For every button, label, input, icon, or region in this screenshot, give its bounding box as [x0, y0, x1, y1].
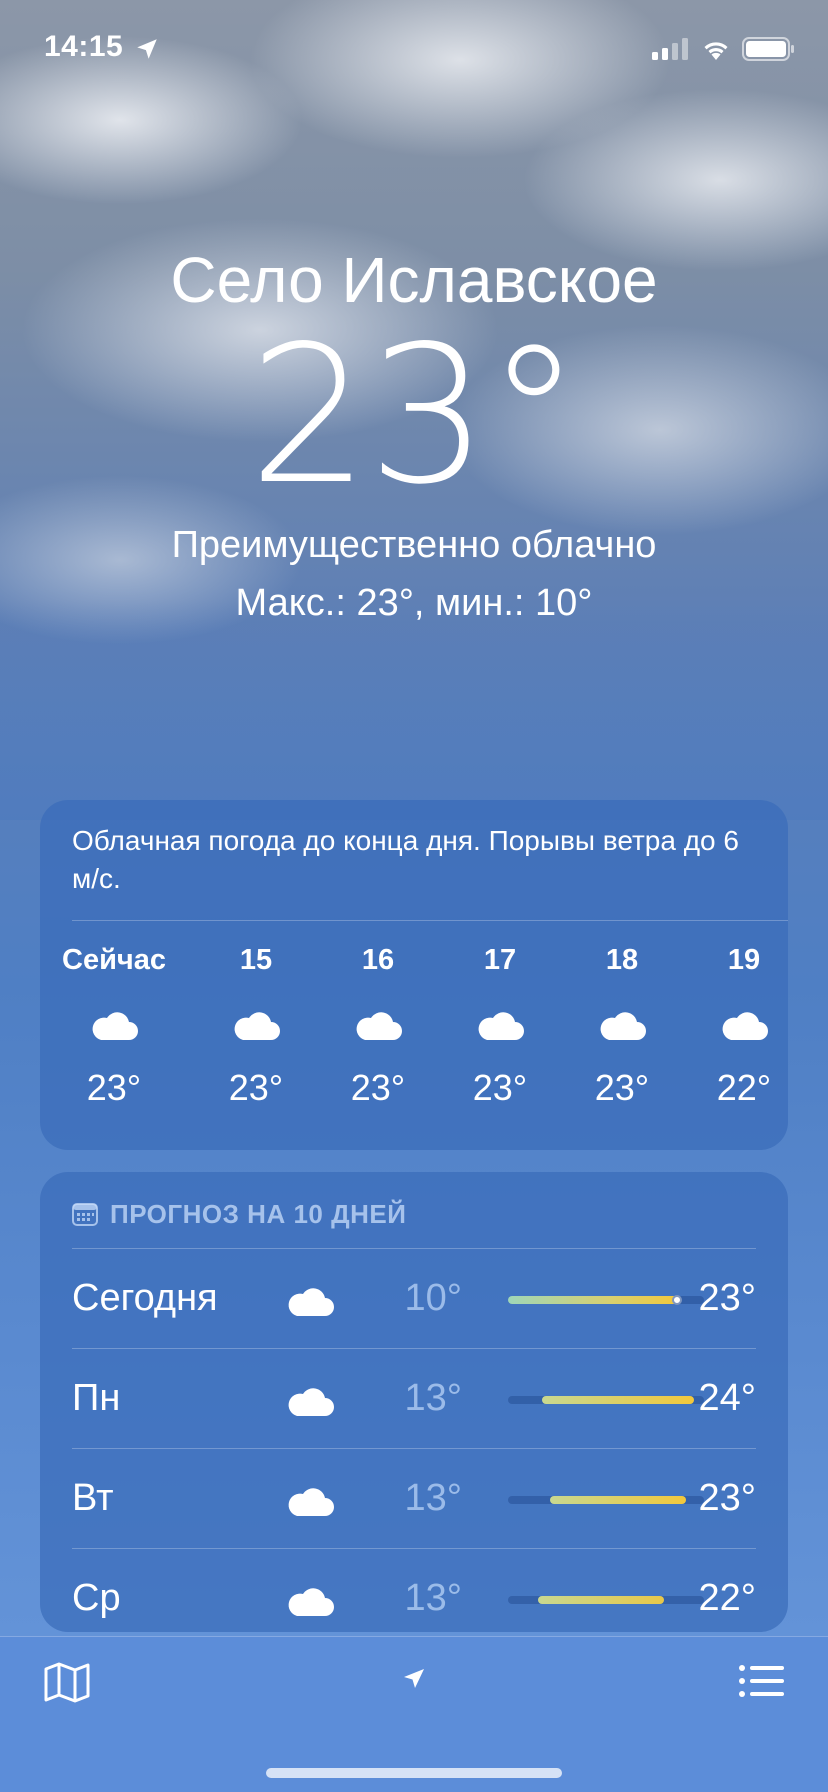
daily-row[interactable]: Ср 13° 22° — [72, 1548, 756, 1632]
wifi-icon — [704, 42, 728, 60]
status-time: 14:15 — [44, 30, 124, 63]
hourly-item: 17 23° — [440, 940, 560, 1112]
daily-row[interactable]: Пн 13° 24° — [72, 1348, 756, 1448]
daily-header-label: ПРОГНОЗ НА 10 ДНЕЙ — [110, 1198, 407, 1229]
day-name: Вт — [72, 1477, 114, 1519]
cloud-icon — [234, 1012, 280, 1040]
cloud-icon — [478, 1012, 524, 1040]
temp-range-fill — [538, 1596, 664, 1604]
day-low-temp: 13° — [404, 1577, 462, 1619]
hourly-item: Сейчас 23° — [54, 940, 174, 1112]
daily-row[interactable]: Вт 13° 23° — [72, 1448, 756, 1548]
day-low-temp: 10° — [404, 1277, 462, 1319]
row-divider — [72, 1448, 756, 1449]
row-divider — [72, 1548, 756, 1549]
divider — [72, 920, 788, 921]
hour-label: 17 — [483, 944, 517, 976]
calendar-icon — [72, 1203, 98, 1226]
day-high-temp: 22° — [698, 1577, 756, 1619]
cloud-icon — [356, 1012, 402, 1040]
hour-temp: 23° — [228, 1067, 284, 1108]
cloud-icon — [288, 1488, 334, 1516]
row-divider — [72, 1348, 756, 1349]
hourly-item: 15 23° — [196, 940, 316, 1112]
hourly-item: 18 23° — [562, 940, 682, 1112]
hour-temp: 23° — [86, 1067, 142, 1108]
hour-label: 15 — [239, 944, 273, 976]
day-high-temp: 23° — [698, 1277, 756, 1319]
hourly-summary: Облачная погода до конца дня. Порывы вет… — [72, 825, 739, 894]
hour-temp: 23° — [594, 1067, 650, 1108]
day-low-temp: 13° — [404, 1377, 462, 1419]
hour-label: 16 — [361, 944, 395, 976]
day-name: Ср — [72, 1577, 121, 1619]
hourly-item: 19 22° — [684, 940, 788, 1112]
hour-label: 18 — [605, 944, 639, 976]
day-high-temp: 24° — [698, 1377, 756, 1419]
cloud-icon — [288, 1288, 334, 1316]
location-arrow-icon — [137, 39, 157, 59]
current-weather: Село Иславское 23° Преимущественно облач… — [0, 240, 828, 628]
day-low-temp: 13° — [404, 1477, 462, 1519]
hour-temp: 22° — [716, 1067, 772, 1108]
home-indicator[interactable] — [266, 1768, 562, 1778]
day-name: Сегодня — [72, 1277, 218, 1319]
current-temperature: 23° — [248, 305, 582, 526]
list-icon[interactable] — [738, 1663, 784, 1699]
condition-text: Преимущественно облачно — [171, 524, 657, 566]
hour-temp: 23° — [350, 1067, 406, 1108]
hourly-item: 16 23° — [318, 940, 438, 1112]
status-bar: 14:15 — [0, 0, 828, 100]
hourly-forecast-card[interactable]: Облачная погода до конца дня. Порывы вет… — [40, 800, 788, 1150]
cellular-signal-icon — [652, 38, 688, 60]
daily-header: ПРОГНОЗ НА 10 ДНЕЙ — [72, 1194, 406, 1234]
day-name: Пн — [72, 1377, 121, 1419]
cloud-icon — [288, 1588, 334, 1616]
cloud-icon — [288, 1388, 334, 1416]
hour-label: Сейчас — [62, 944, 166, 976]
battery-icon — [742, 37, 794, 61]
cloud-icon — [600, 1012, 646, 1040]
daily-row[interactable]: Сегодня 10° 23° — [72, 1248, 756, 1348]
map-icon[interactable] — [44, 1661, 90, 1703]
cloud-icon — [722, 1012, 768, 1040]
high-low-text: Макс.: 23°, мин.: 10° — [235, 582, 593, 624]
daily-forecast-card[interactable]: ПРОГНОЗ НА 10 ДНЕЙ Сегодня 10° 23° Пн 13… — [40, 1172, 788, 1632]
day-high-temp: 23° — [698, 1477, 756, 1519]
location-arrow-icon[interactable] — [402, 1667, 426, 1691]
hour-temp: 23° — [472, 1067, 528, 1108]
hour-label: 19 — [727, 944, 761, 976]
temp-range-fill — [508, 1296, 678, 1304]
row-divider — [72, 1248, 756, 1249]
cloud-icon — [92, 1012, 138, 1040]
